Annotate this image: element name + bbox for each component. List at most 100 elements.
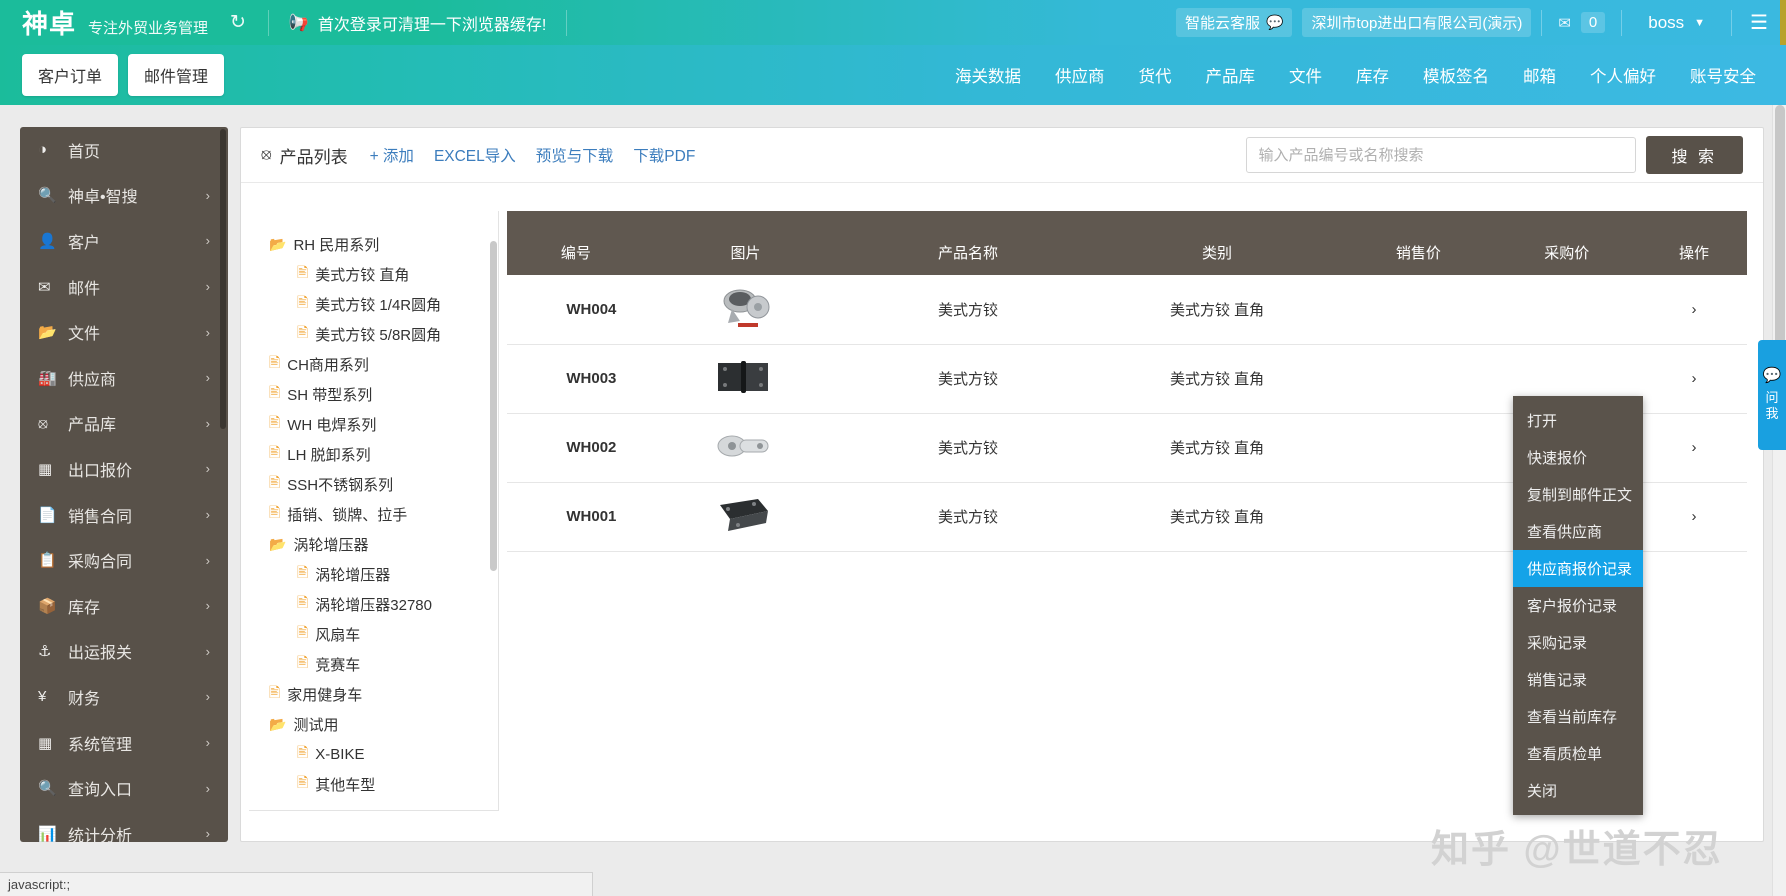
- sidebar-item-files[interactable]: 📂 文件 ›: [20, 309, 228, 355]
- row-action-chevron[interactable]: ›: [1640, 275, 1747, 345]
- context-menu-item-close[interactable]: 关闭: [1513, 772, 1643, 809]
- column-header-category: 类别: [1089, 211, 1345, 275]
- file-icon: 🖹: [269, 414, 281, 430]
- sidebar-scrollbar[interactable]: [220, 129, 226, 429]
- nav-link-suppliers[interactable]: 供应商: [1055, 63, 1105, 87]
- sidebar-item-shipping-customs[interactable]: ⚓ 出运报关 ›: [20, 629, 228, 675]
- tree-node[interactable]: 🖹 WH 电焊系列: [249, 409, 498, 439]
- refresh-icon[interactable]: ↻: [208, 11, 268, 34]
- sidebar-item-mail[interactable]: ✉ 邮件 ›: [20, 264, 228, 310]
- company-chip[interactable]: 深圳市top进出口有限公司(演示): [1302, 8, 1532, 37]
- tree-node-label: 其他车型: [315, 776, 376, 794]
- page-scrollbar[interactable]: [1772, 105, 1786, 896]
- sidebar-item-export-quote[interactable]: ▦ 出口报价 ›: [20, 446, 228, 492]
- brand-logo: 神卓: [22, 9, 77, 39]
- sidebar-item-sales-contract[interactable]: 📄 销售合同 ›: [20, 492, 228, 538]
- cloud-service-button[interactable]: 智能云客服 💬: [1176, 8, 1293, 37]
- row-action-chevron[interactable]: ›: [1640, 413, 1747, 483]
- page-title: ⦻ 产品列表: [261, 143, 348, 168]
- table-row[interactable]: WH004 美式方铰 美式方铰 直角 ›: [507, 275, 1747, 345]
- tree-node[interactable]: 🖹 SSH不锈钢系列: [249, 469, 498, 499]
- row-action-chevron[interactable]: ›: [1640, 482, 1747, 552]
- tree-node[interactable]: 📂 RH 民用系列: [249, 229, 498, 259]
- nav-link-account-security[interactable]: 账号安全: [1690, 63, 1756, 87]
- context-menu-item-supplier-quote-records[interactable]: 供应商报价记录: [1513, 550, 1643, 587]
- context-menu-item-view-supplier[interactable]: 查看供应商: [1513, 513, 1643, 550]
- sidebar-item-home[interactable]: ◑ 首页: [20, 127, 228, 173]
- tree-node[interactable]: 🖹 X-BIKE: [249, 739, 498, 769]
- sidebar-item-finance[interactable]: ¥ 财务 ›: [20, 674, 228, 720]
- tree-node[interactable]: 🖹 美式方铰 5/8R圆角: [249, 319, 498, 349]
- preview-download-button[interactable]: 预览与下载: [536, 144, 614, 166]
- context-menu-item-copy-to-mail-body[interactable]: 复制到邮件正文: [1513, 476, 1643, 513]
- nav-link-product-library[interactable]: 产品库: [1206, 63, 1256, 87]
- context-menu-item-quick-quote[interactable]: 快速报价: [1513, 439, 1643, 476]
- tree-node[interactable]: 🖹 竞赛车: [249, 649, 498, 679]
- context-menu-item-sales-records[interactable]: 销售记录: [1513, 661, 1643, 698]
- excel-import-button[interactable]: EXCEL导入: [434, 144, 516, 166]
- download-pdf-button[interactable]: 下载PDF: [633, 144, 695, 166]
- search-button[interactable]: 搜 索: [1645, 136, 1743, 174]
- brand[interactable]: 神卓 专注外贸业务管理: [0, 4, 208, 41]
- tree-node-label: WH 电焊系列: [287, 416, 377, 434]
- tree-node[interactable]: 🖹 风扇车: [249, 619, 498, 649]
- dashboard-icon: ◑: [38, 141, 48, 159]
- tree-node[interactable]: 🖹 SH 带型系列: [249, 379, 498, 409]
- nav-button-mail-management[interactable]: 邮件管理: [128, 54, 225, 96]
- context-menu-item-view-inspection-sheet[interactable]: 查看质检单: [1513, 735, 1643, 772]
- context-menu-item-purchase-records[interactable]: 采购记录: [1513, 624, 1643, 661]
- nav-link-inventory[interactable]: 库存: [1356, 63, 1389, 87]
- context-menu-item-customer-quote-records[interactable]: 客户报价记录: [1513, 587, 1643, 624]
- sidebar-item-statistics[interactable]: 📊 统计分析 ›: [20, 811, 228, 842]
- tree-node[interactable]: 🖹 美式方铰 1/4R圆角: [249, 289, 498, 319]
- add-button[interactable]: + 添加: [370, 144, 414, 166]
- status-bar-text: javascript:;: [8, 877, 71, 892]
- tree-scrollbar[interactable]: [490, 241, 497, 571]
- sidebar-item-system-management[interactable]: ▦ 系统管理 ›: [20, 720, 228, 766]
- sidebar-item-customer[interactable]: 👤 客户 ›: [20, 218, 228, 264]
- file-icon: 🖹: [269, 684, 281, 700]
- tree-node[interactable]: 🖹 涡轮增压器32780: [249, 589, 498, 619]
- nav-link-freight[interactable]: 货代: [1139, 63, 1172, 87]
- context-menu-item-open[interactable]: 打开: [1513, 402, 1643, 439]
- tree-node[interactable]: 🖹 LH 脱卸系列: [249, 439, 498, 469]
- tree-node-label: 美式方铰 1/4R圆角: [315, 296, 442, 314]
- tree-node[interactable]: 🖹 CH商用系列: [249, 349, 498, 379]
- sidebar-item-purchase-contract[interactable]: 📋 采购合同 ›: [20, 537, 228, 583]
- tree-node[interactable]: 📂 涡轮增压器: [249, 529, 498, 559]
- cell-code: WH003: [507, 344, 645, 414]
- context-menu-item-view-current-stock[interactable]: 查看当前库存: [1513, 698, 1643, 735]
- search-input[interactable]: [1245, 137, 1636, 173]
- blocks-icon: ▦: [38, 734, 53, 752]
- nav-link-files[interactable]: 文件: [1289, 63, 1322, 87]
- tree-node[interactable]: 🖹 美式方铰 直角: [249, 259, 498, 289]
- mail-indicator[interactable]: ✉ 0: [1542, 12, 1621, 33]
- nav-link-template-signature[interactable]: 模板签名: [1423, 63, 1489, 87]
- sidebar-item-supplier[interactable]: 🏭 供应商 ›: [20, 355, 228, 401]
- user-menu[interactable]: boss ▼: [1622, 13, 1731, 33]
- cell-code: WH002: [507, 413, 645, 483]
- product-thumb-wh004: [723, 289, 770, 328]
- nav-link-customs-data[interactable]: 海关数据: [955, 63, 1021, 87]
- chat-tab-line1: 问: [1765, 390, 1779, 405]
- sidebar-item-query-entry[interactable]: 🔍 查询入口 ›: [20, 765, 228, 811]
- nav-link-group: 海关数据 供应商 货代 产品库 文件 库存 模板签名 邮箱 个人偏好 账号安全: [955, 63, 1786, 87]
- nav-link-mailbox[interactable]: 邮箱: [1523, 63, 1556, 87]
- tree-node[interactable]: 🖹 家用健身车: [249, 679, 498, 709]
- nav-button-customer-orders[interactable]: 客户订单: [22, 54, 119, 96]
- tree-node[interactable]: 🖹 插销、锁牌、拉手: [249, 499, 498, 529]
- page-title-text: 产品列表: [279, 147, 348, 167]
- sidebar-item-smart-search[interactable]: 🔍 神卓•智搜 ›: [20, 173, 228, 219]
- tree-node-label: 插销、锁牌、拉手: [287, 506, 408, 524]
- sidebar-item-product-library[interactable]: ⦻ 产品库 ›: [20, 401, 228, 447]
- hamburger-icon[interactable]: ☰: [1732, 13, 1768, 33]
- tree-node[interactable]: 📂 测试用: [249, 709, 498, 739]
- sidebar-item-inventory[interactable]: 📦 库存 ›: [20, 583, 228, 629]
- folder-open-icon: 📂: [38, 324, 57, 342]
- nav-link-preferences[interactable]: 个人偏好: [1590, 63, 1656, 87]
- chat-support-tab[interactable]: 💬 问 我: [1758, 340, 1786, 450]
- tree-node[interactable]: 🖹 涡轮增压器: [249, 559, 498, 589]
- file-icon: 🖹: [269, 384, 281, 400]
- tree-node[interactable]: 🖹 其他车型: [249, 769, 498, 799]
- row-action-chevron[interactable]: ›: [1640, 344, 1747, 414]
